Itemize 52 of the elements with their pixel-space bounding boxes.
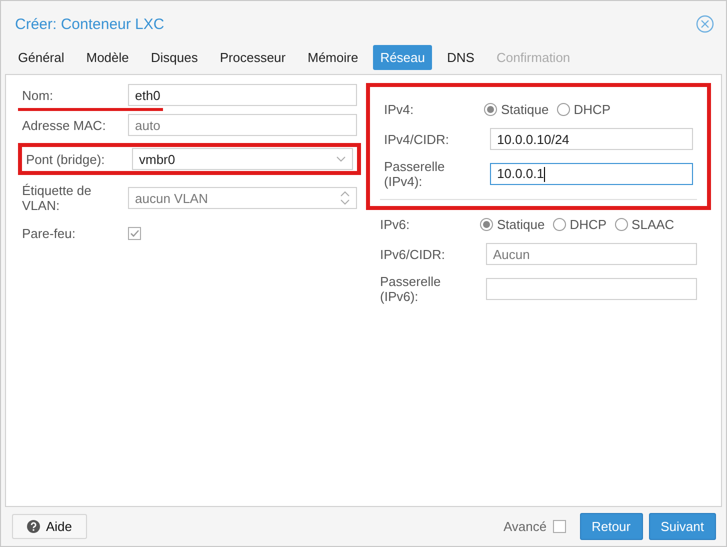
radio-button[interactable] [556, 102, 570, 116]
input-field[interactable]: 10.0.0.1 [490, 163, 693, 185]
input-field[interactable]: Aucun [486, 243, 697, 265]
dropdown-field[interactable]: vmbr0 [132, 148, 353, 170]
tab[interactable]: Processeur [212, 45, 293, 70]
help-icon [27, 520, 40, 533]
field-label: Passerelle (IPv4): [384, 159, 446, 189]
radio-button[interactable] [552, 218, 566, 230]
radio-button[interactable] [480, 218, 493, 230]
field-label: IPv4/CIDR: [384, 132, 450, 146]
tab[interactable]: Modèle [79, 45, 136, 70]
radio-button[interactable] [614, 218, 628, 230]
spinner-arrows-icon [340, 190, 350, 206]
field-label: Nom: [22, 88, 54, 102]
tab[interactable]: Mémoire [300, 45, 366, 70]
field-label: Adresse MAC: [22, 118, 107, 132]
tab[interactable]: DNS [440, 45, 482, 70]
radio-button[interactable] [484, 102, 497, 116]
field-placeholder: Aucun [493, 246, 530, 262]
field-placeholder: aucun VLAN [135, 190, 208, 206]
field-label: IPv6: [380, 216, 411, 232]
advanced-checkbox[interactable] [552, 520, 566, 533]
field-placeholder: auto [135, 118, 160, 132]
radio-label[interactable]: DHCP [574, 102, 611, 116]
field-value: 10.0.0.1 [497, 166, 544, 181]
input-field[interactable] [486, 278, 697, 300]
field-value: eth0 [135, 88, 160, 102]
field-label: IPv6/CIDR: [380, 246, 446, 262]
field-label: Étiquette de VLAN: [22, 183, 92, 213]
input-field[interactable]: auto [128, 114, 357, 136]
field-label: Pont (bridge): [26, 152, 106, 166]
field-value: 10.0.0.10/24 [497, 132, 570, 146]
field-value: vmbr0 [139, 152, 176, 166]
caret-icon [336, 156, 346, 162]
radio-label[interactable]: SLAAC [632, 216, 674, 232]
field-label: Pare-feu: [22, 226, 76, 240]
input-field[interactable]: eth0 [128, 84, 357, 106]
input-field[interactable]: 10.0.0.10/24 [490, 128, 693, 150]
close-icon[interactable] [696, 15, 714, 33]
advanced-label: Avancé [503, 519, 547, 534]
checkbox[interactable] [128, 226, 141, 240]
window-title: Créer: Conteneur LXC [15, 16, 164, 32]
radio-label[interactable]: Statique [501, 102, 549, 116]
radio-label[interactable]: DHCP [570, 216, 607, 232]
field-label: IPv4: [384, 102, 415, 116]
text-cursor [544, 167, 545, 182]
field-label: Passerelle (IPv6): [380, 274, 442, 304]
radio-label[interactable]: Statique [497, 216, 545, 232]
help-button[interactable]: Aide [12, 514, 88, 539]
spinner-field[interactable]: aucun VLAN [128, 187, 357, 209]
tab[interactable]: Disques [144, 45, 205, 70]
tab[interactable]: Général [11, 45, 72, 70]
